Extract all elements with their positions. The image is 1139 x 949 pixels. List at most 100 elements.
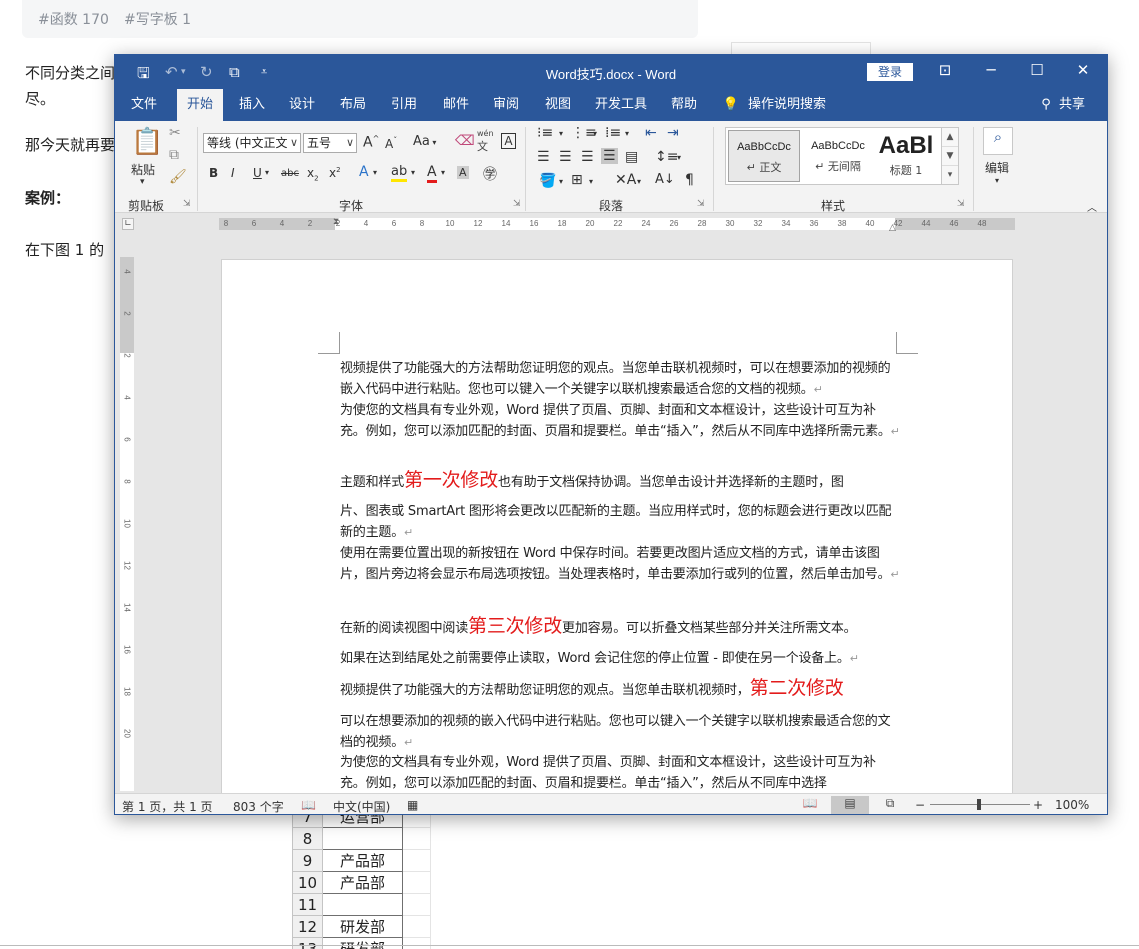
copy-icon[interactable]: ⧉	[169, 147, 179, 163]
asian-layout-icon[interactable]: ✕A	[615, 172, 636, 188]
macro-record-icon[interactable]: ▦	[407, 798, 418, 812]
highlight-icon[interactable]: ab	[391, 164, 408, 182]
align-center-icon[interactable]: ☰	[559, 149, 572, 165]
clear-formatting-icon[interactable]: ⌫	[455, 133, 475, 149]
character-shading-icon[interactable]: A	[457, 166, 469, 179]
tab-layout[interactable]: 布局	[330, 89, 376, 121]
align-right-icon[interactable]: ☰	[581, 149, 594, 165]
chevron-down-icon[interactable]: ▾	[559, 177, 563, 186]
chevron-down-icon[interactable]: ▾	[265, 168, 269, 177]
style-normal[interactable]: AaBbCcDc ↵ 正文	[728, 130, 800, 182]
font-family-select[interactable]: 等线 (中文正文 ∨	[203, 133, 301, 153]
ribbon-display-icon[interactable]: ⊡	[935, 61, 955, 79]
language-status[interactable]: 中文(中国)	[333, 798, 390, 814]
bullets-icon[interactable]: ⁝≡	[537, 125, 553, 141]
chevron-down-icon[interactable]: ▾	[637, 177, 641, 186]
font-launcher-icon[interactable]: ⇲	[513, 199, 521, 209]
doc-paragraph[interactable]: 片、图表或 SmartArt 图形将会更改以匹配新的主题。当应用样式时，您的标题…	[340, 501, 900, 543]
print-layout-icon[interactable]: ▤	[831, 796, 869, 814]
underline-icon[interactable]: U	[253, 166, 262, 180]
doc-paragraph[interactable]: 视频提供了功能强大的方法帮助您证明您的观点。当您单击联机视频时，第二次修改	[340, 678, 900, 701]
doc-paragraph[interactable]: 为使您的文档具有专业外观，Word 提供了页眉、页脚、封面和文本框设计，这些设计…	[340, 400, 900, 442]
chevron-down-icon[interactable]: ▾	[677, 153, 681, 162]
tab-mailings[interactable]: 邮件	[433, 89, 479, 121]
chevron-down-icon[interactable]: ▾	[593, 129, 597, 138]
paragraph-launcher-icon[interactable]: ⇲	[697, 199, 705, 209]
web-layout-icon[interactable]: ⧉	[871, 796, 909, 814]
sort-icon[interactable]: A↓	[655, 172, 675, 187]
enclose-characters-icon[interactable]: ㊫	[483, 164, 497, 184]
paste-icon[interactable]: 📋	[131, 127, 163, 157]
minimize-icon[interactable]: ─	[981, 61, 1001, 79]
chevron-down-icon[interactable]: ▾	[373, 168, 377, 177]
tell-me-search[interactable]: 操作说明搜索	[747, 89, 827, 121]
tab-insert[interactable]: 插入	[229, 89, 275, 121]
close-icon[interactable]: ✕	[1073, 61, 1093, 79]
font-size-select[interactable]: 五号 ∨	[303, 133, 357, 153]
gallery-more-icon[interactable]: ▾	[942, 166, 958, 185]
paste-label[interactable]: 粘贴	[131, 161, 155, 178]
tab-home[interactable]: 开始	[177, 89, 223, 121]
strikethrough-icon[interactable]: abc	[281, 168, 299, 179]
doc-paragraph[interactable]: 为使您的文档具有专业外观，Word 提供了页眉、页脚、封面和文本框设计，这些设计…	[340, 752, 900, 794]
tag-wordpad[interactable]: #写字板 1	[124, 9, 191, 29]
chevron-down-icon[interactable]: ▾	[441, 168, 445, 177]
justify-icon[interactable]: ☰	[601, 148, 618, 164]
font-color-icon[interactable]: A	[427, 164, 437, 183]
share-button[interactable]: 共享	[1055, 89, 1089, 121]
tab-review[interactable]: 审阅	[483, 89, 529, 121]
login-button[interactable]: 登录	[867, 63, 913, 81]
maximize-icon[interactable]: ☐	[1027, 61, 1047, 79]
align-left-icon[interactable]: ☰	[537, 149, 550, 165]
vertical-ruler[interactable]: 4 2 2 4 6 8 10 12 14 16 18 20	[120, 257, 134, 791]
zoom-level[interactable]: 100%	[1055, 798, 1089, 812]
bold-icon[interactable]: B	[209, 166, 218, 180]
tab-view[interactable]: 视图	[535, 89, 581, 121]
collapse-ribbon-icon[interactable]: ︿	[1087, 199, 1097, 214]
paste-dropdown-icon[interactable]: ▾	[140, 177, 145, 187]
styles-launcher-icon[interactable]: ⇲	[957, 199, 965, 209]
text-effects-icon[interactable]: A	[359, 164, 369, 180]
show-marks-icon[interactable]: ¶	[685, 172, 694, 188]
italic-icon[interactable]: I	[231, 166, 235, 180]
read-mode-icon[interactable]: 📖	[791, 796, 829, 814]
increase-indent-icon[interactable]: ⇥	[667, 125, 679, 141]
character-border-icon[interactable]: A	[501, 133, 516, 149]
clipboard-launcher-icon[interactable]: ⇲	[183, 199, 191, 209]
tab-help[interactable]: 帮助	[661, 89, 707, 121]
distributed-icon[interactable]: ▤	[625, 149, 638, 165]
chevron-down-icon[interactable]: ▾	[559, 129, 563, 138]
editing-button[interactable]: 编辑	[985, 159, 1009, 176]
chevron-down-icon[interactable]: ▾	[589, 177, 593, 186]
tag-function[interactable]: #函数 170	[38, 9, 109, 29]
word-count[interactable]: 803 个字	[233, 798, 284, 814]
multilevel-list-icon[interactable]: ⁞≡	[605, 125, 621, 141]
scroll-up-icon[interactable]: ▲	[942, 128, 958, 147]
doc-paragraph[interactable]: 可以在想要添加的视频的嵌入代码中进行粘贴。您也可以键入一个关键字以联机搜索最适合…	[340, 711, 900, 753]
document-page[interactable]: 视频提供了功能强大的方法帮助您证明您的观点。当您单击联机视频时， 可以在想要添加的…	[221, 259, 1013, 814]
doc-paragraph[interactable]: 使用在需要位置出现的新按钮在 Word 中保存时间。若要更改图片适应文档的方式，…	[340, 543, 900, 585]
change-case-button[interactable]: Aa ▾	[413, 134, 436, 149]
doc-paragraph[interactable]: 主题和样式第一次修改也有助于文档保持协调。当您单击设计并选择新的主题时，图	[340, 470, 900, 493]
tab-file[interactable]: 文件	[121, 89, 167, 121]
style-heading-1[interactable]: AaBl 标题 1	[874, 130, 938, 182]
chevron-down-icon[interactable]: ▾	[995, 176, 999, 185]
scroll-down-icon[interactable]: ▼	[942, 147, 958, 166]
document-area[interactable]: 视频提供了功能强大的方法帮助您证明您的观点。当您单击联机视频时， 可以在想要添加的…	[135, 235, 1107, 814]
doc-paragraph[interactable]: 在新的阅读视图中阅读第三次修改更加容易。可以折叠文档某些部分并关注所需文本。	[340, 616, 900, 639]
proofing-icon[interactable]: 📖	[301, 798, 316, 812]
format-painter-icon[interactable]: 🖌	[169, 169, 187, 185]
line-spacing-icon[interactable]: ↕≡	[655, 149, 678, 165]
tab-references[interactable]: 引用	[381, 89, 427, 121]
doc-paragraph[interactable]: 如果在达到结尾处之前需要停止读取，Word 会记住您的停止位置 - 即使在另一个…	[340, 648, 900, 669]
indent-marker-icon[interactable]: ⧗	[333, 217, 339, 227]
shrink-font-icon[interactable]: Aˇ	[385, 136, 397, 151]
zoom-slider-thumb[interactable]	[977, 799, 981, 810]
style-no-spacing[interactable]: AaBbCcDc ↵ 无间隔	[802, 130, 874, 182]
zoom-in-button[interactable]: +	[1033, 798, 1043, 812]
right-indent-marker-icon[interactable]: △	[889, 223, 896, 233]
doc-paragraph[interactable]: 视频提供了功能强大的方法帮助您证明您的观点。当您单击联机视频时，可以在想要添加的…	[340, 358, 900, 400]
phonetic-guide-button[interactable]: wén 文	[477, 129, 494, 154]
chevron-down-icon[interactable]: ▾	[625, 129, 629, 138]
tab-developer[interactable]: 开发工具	[589, 89, 653, 121]
